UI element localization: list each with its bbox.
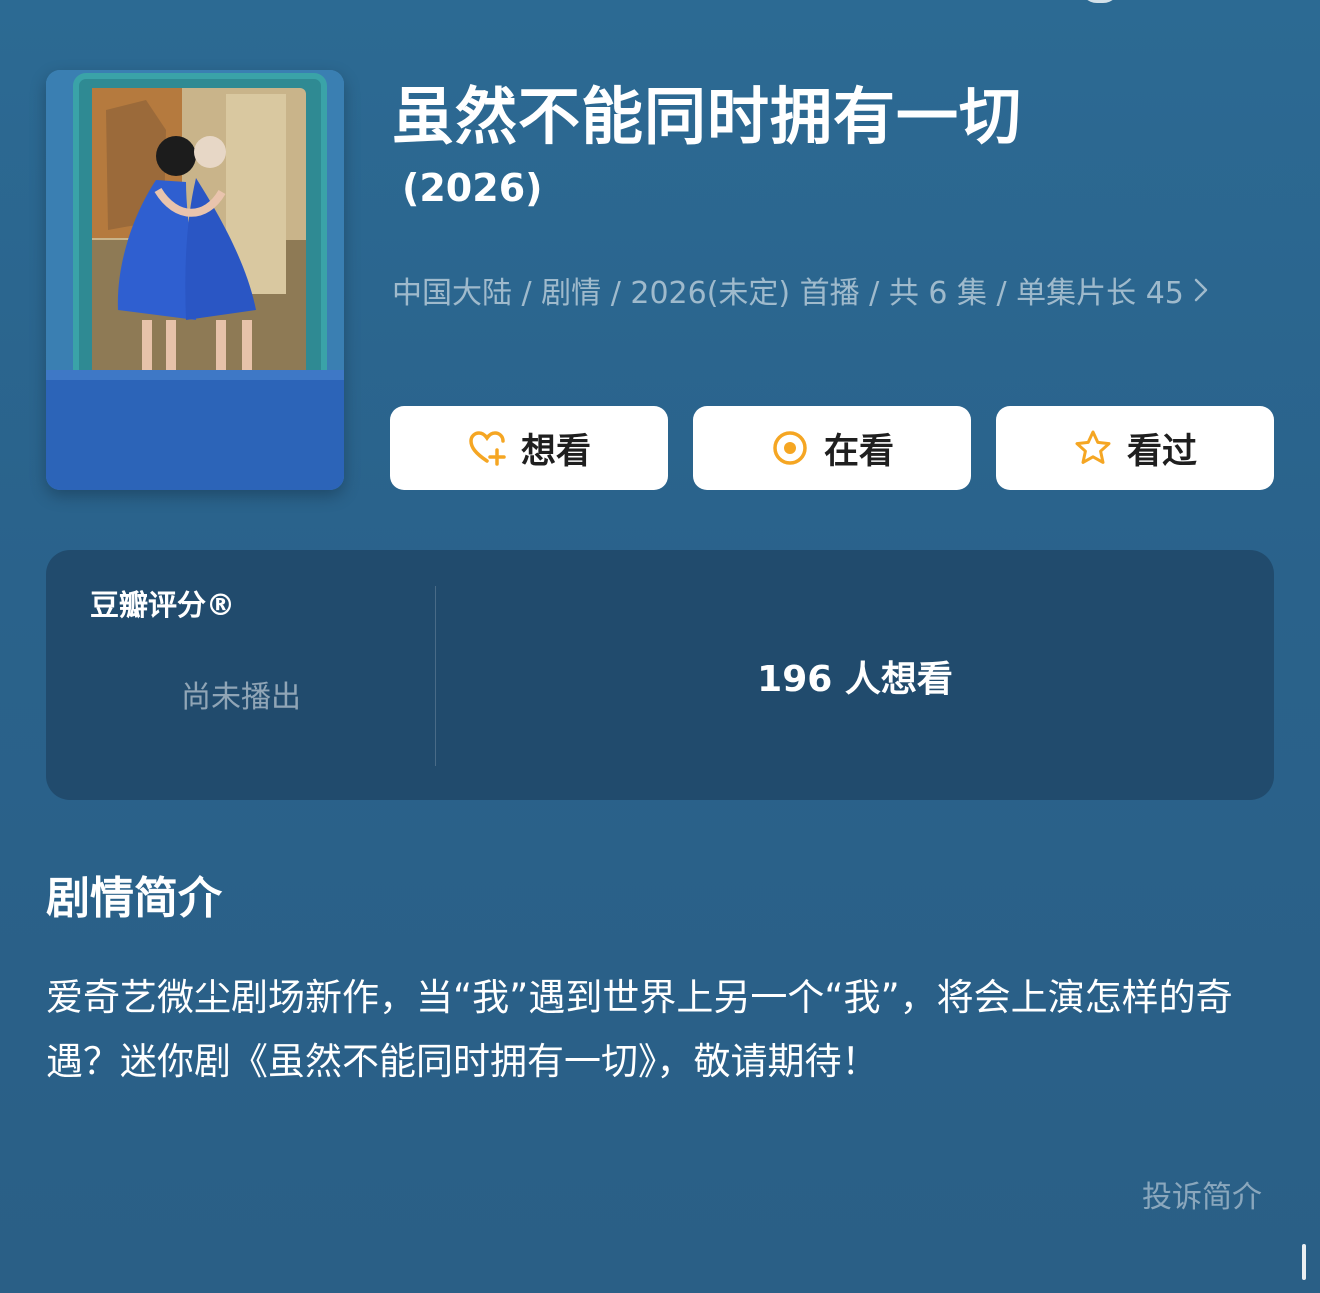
star-icon bbox=[1075, 430, 1111, 464]
synopsis-text: 爱奇艺微尘剧场新作，当“我”遇到世界上另一个“我”，将会上演怎样的奇遇？迷你剧《… bbox=[46, 976, 1233, 1083]
meta-info-text: 中国大陆 / 剧情 / 2026(未定) 首播 / 共 6 集 / 单集片长 4… bbox=[392, 276, 1184, 311]
action-buttons: 想看 在看 看过 bbox=[390, 406, 1274, 490]
release-year: (2026) bbox=[402, 166, 543, 210]
rating-panel: 豆瓣评分® 尚未播出 196 人想看 bbox=[46, 550, 1274, 800]
meta-info-row[interactable]: 中国大陆 / 剧情 / 2026(未定) 首播 / 共 6 集 / 单集片长 4… bbox=[392, 268, 1208, 312]
chevron-right-icon bbox=[1194, 278, 1208, 302]
scroll-indicator bbox=[1302, 1244, 1306, 1280]
rating-status: 尚未播出 bbox=[181, 680, 301, 715]
watching-button[interactable]: 在看 bbox=[693, 406, 971, 490]
synopsis-heading: 剧情简介 bbox=[46, 873, 222, 924]
want-to-watch-button[interactable]: 想看 bbox=[390, 406, 668, 490]
want-to-watch-label: 想看 bbox=[520, 431, 591, 472]
watched-label: 看过 bbox=[1126, 431, 1197, 472]
target-icon bbox=[773, 431, 807, 465]
page-title: 虽然不能同时拥有一切 bbox=[392, 80, 1023, 153]
heart-plus-icon bbox=[469, 431, 506, 466]
poster-image[interactable] bbox=[46, 70, 344, 490]
report-synopsis-link[interactable]: 投诉简介 bbox=[1142, 1172, 1262, 1216]
top-arc-decoration bbox=[1080, 0, 1120, 3]
title-block: 虽然不能同时拥有一切 (2026) bbox=[392, 78, 1292, 210]
rating-title: 豆瓣评分® bbox=[90, 588, 236, 622]
watched-button[interactable]: 看过 bbox=[996, 406, 1274, 490]
wish-count[interactable]: 196 人想看 bbox=[436, 650, 1274, 702]
watching-label: 在看 bbox=[823, 431, 894, 472]
